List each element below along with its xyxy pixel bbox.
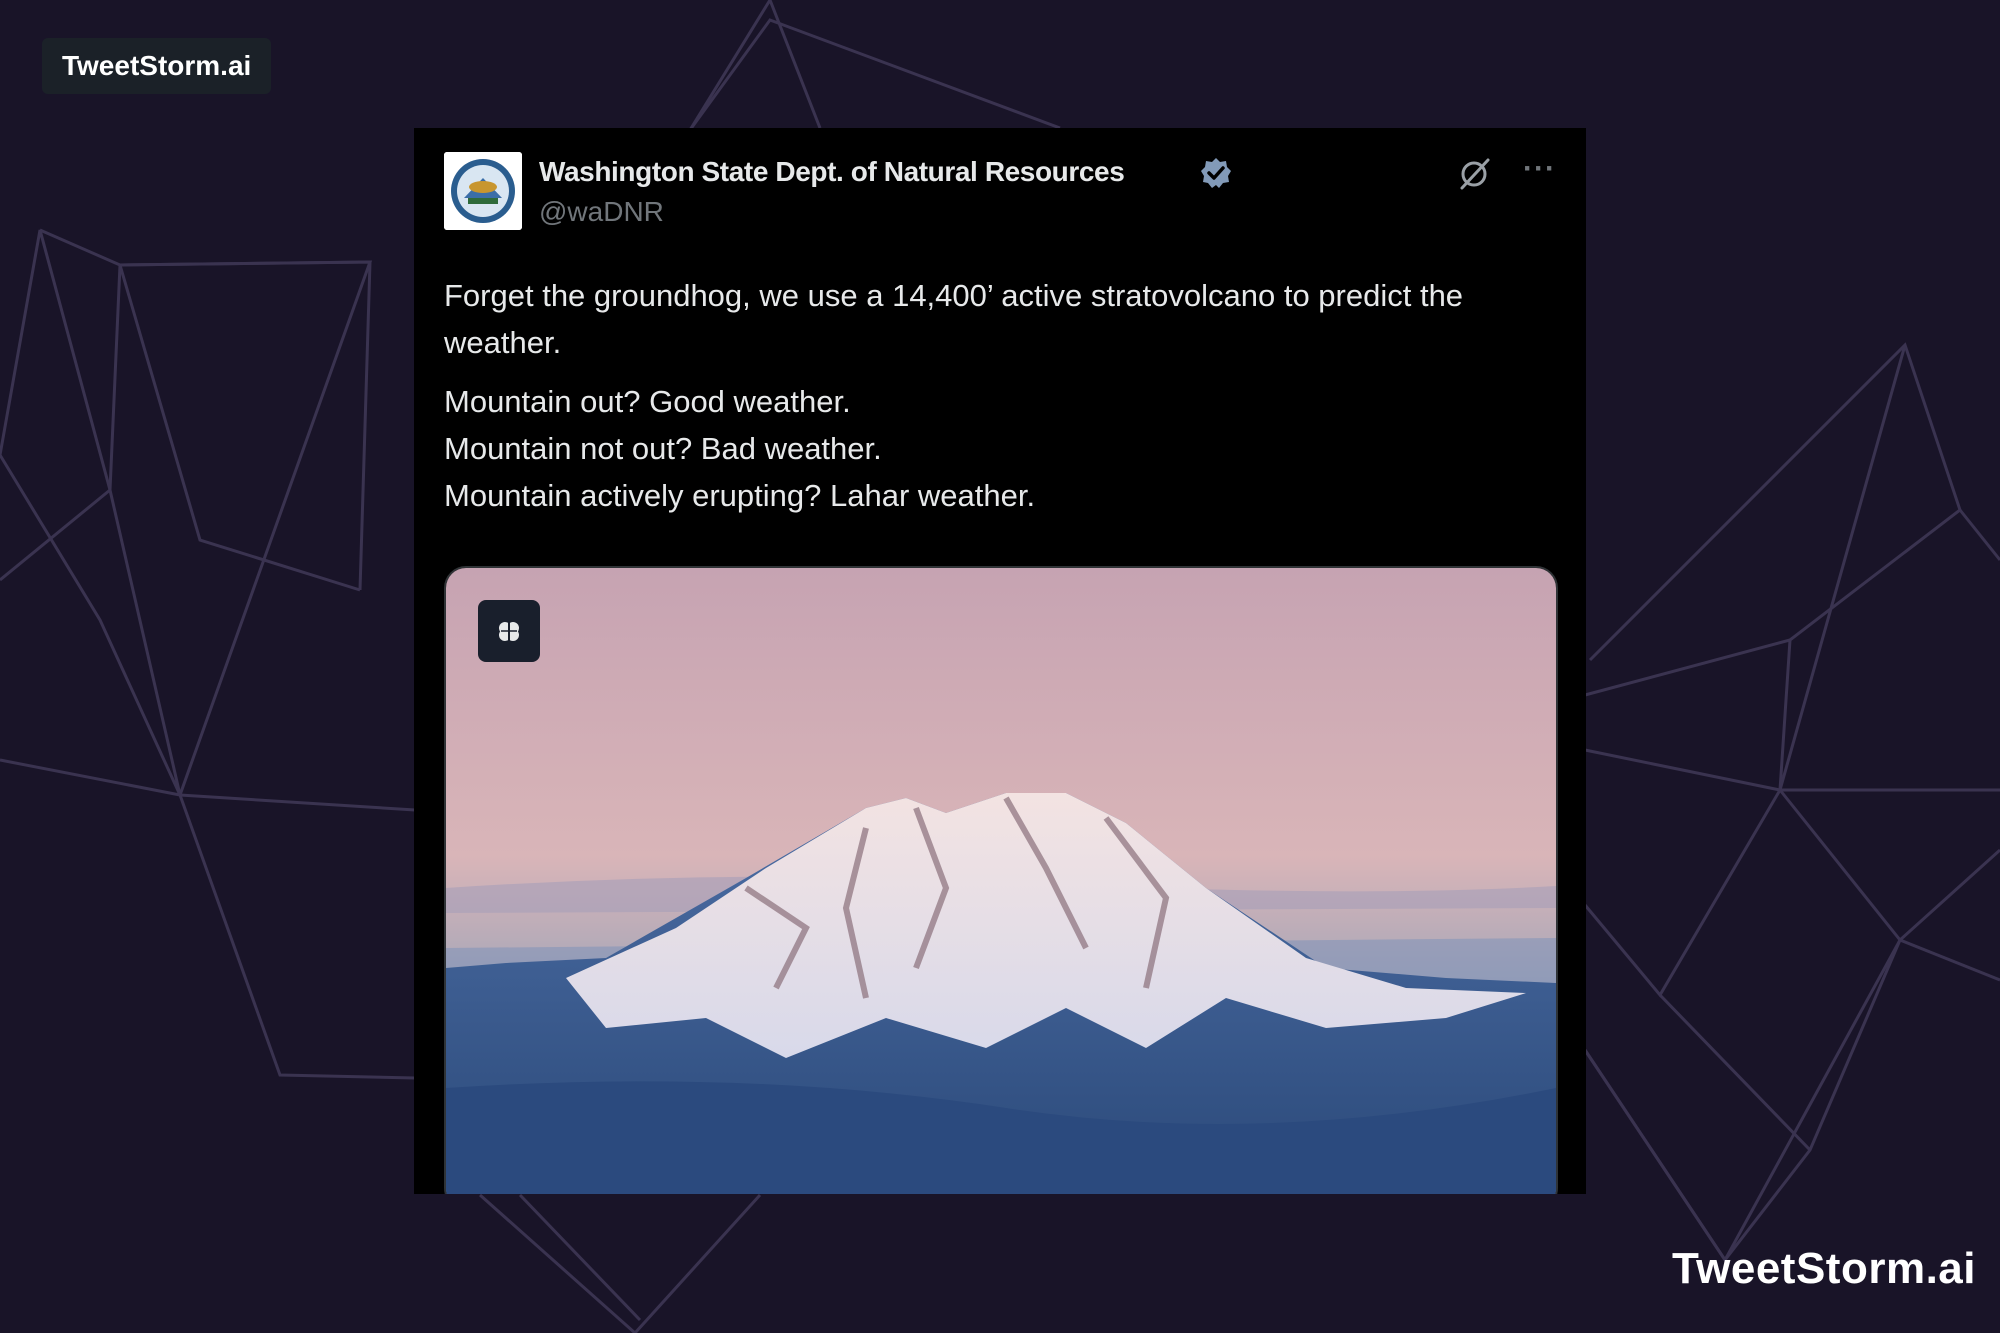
author-name[interactable]: Washington State Dept. of Natural Resour… xyxy=(539,156,1125,188)
tweet-text-line: Forget the groundhog, we use a 14,400’ a… xyxy=(444,278,1464,360)
tweet-text-line: Mountain out? Good weather. xyxy=(444,384,851,419)
tweet-image[interactable] xyxy=(444,566,1558,1194)
watermark-logo: TweetStorm.ai xyxy=(1672,1244,1976,1294)
brand-badge: TweetStorm.ai xyxy=(42,38,272,94)
watermark-label: TweetStorm.ai xyxy=(1672,1244,1976,1293)
media-badge[interactable] xyxy=(478,600,540,662)
tweet-text: Forget the groundhog, we use a 14,400’ a… xyxy=(444,278,1564,519)
tweet-text-line: Mountain actively erupting? Lahar weathe… xyxy=(444,478,1036,513)
mountain-photo xyxy=(446,568,1556,1194)
more-options-icon[interactable]: ··· xyxy=(1523,154,1556,184)
tweet-text-line: Mountain not out? Bad weather. xyxy=(444,431,882,466)
verified-badge-icon xyxy=(1201,158,1231,188)
brand-badge-label: TweetStorm.ai xyxy=(62,50,252,81)
grok-icon[interactable] xyxy=(1456,156,1492,192)
brain-icon xyxy=(499,622,519,641)
avatar[interactable] xyxy=(444,152,522,230)
tweet-card[interactable]: Washington State Dept. of Natural Resour… xyxy=(414,128,1586,1194)
author-handle[interactable]: @waDNR xyxy=(539,196,664,228)
tweet-header: Washington State Dept. of Natural Resour… xyxy=(444,152,1556,232)
agency-seal-icon xyxy=(444,152,522,230)
